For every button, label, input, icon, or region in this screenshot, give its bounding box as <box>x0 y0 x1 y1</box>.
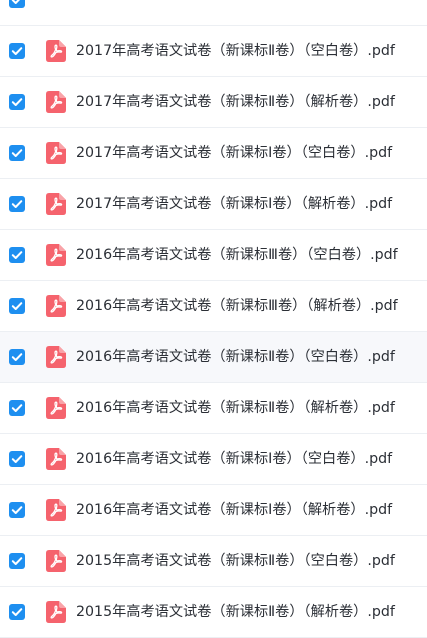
pdf-file-icon <box>46 346 66 368</box>
file-name[interactable]: 2016年高考语文试卷（新课标Ⅱ卷）（解析卷）.pdf <box>76 383 395 433</box>
file-name[interactable]: 2016年高考语文试卷（新课标Ⅲ卷）（解析卷）.pdf <box>76 281 398 331</box>
file-row[interactable]: 2016年高考语文试卷（新课标Ⅱ卷）（解析卷）.pdf <box>0 383 427 434</box>
pdf-file-icon <box>46 499 66 521</box>
pdf-file-icon <box>46 142 66 164</box>
pdf-file-icon <box>46 448 66 470</box>
pdf-file-icon <box>46 244 66 266</box>
file-name[interactable]: 2015年高考语文试卷（新课标Ⅱ卷）（空白卷）.pdf <box>76 536 395 586</box>
file-row-partial-top[interactable] <box>0 0 427 26</box>
file-name[interactable]: 2017年高考语文试卷（新课标Ⅱ卷）（空白卷）.pdf <box>76 26 395 76</box>
checkmark-icon <box>11 404 23 412</box>
file-checkbox[interactable] <box>9 502 25 518</box>
pdf-file-icon <box>46 397 66 419</box>
checkmark-icon <box>11 608 23 616</box>
file-checkbox[interactable] <box>9 196 25 212</box>
file-row[interactable]: 2015年高考语文试卷（新课标Ⅱ卷）（空白卷）.pdf <box>0 536 427 587</box>
file-name[interactable]: 2016年高考语文试卷（新课标Ⅰ卷）（空白卷）.pdf <box>76 434 392 484</box>
checkmark-icon <box>11 98 23 106</box>
file-name[interactable]: 2016年高考语文试卷（新课标Ⅱ卷）（空白卷）.pdf <box>76 332 395 382</box>
file-name[interactable]: 2016年高考语文试卷（新课标Ⅲ卷）（空白卷）.pdf <box>76 230 398 280</box>
file-row[interactable]: 2015年高考语文试卷（新课标Ⅱ卷）（解析卷）.pdf <box>0 587 427 638</box>
file-name[interactable]: 2017年高考语文试卷（新课标Ⅰ卷）（空白卷）.pdf <box>76 128 392 178</box>
checkmark-icon <box>11 149 23 157</box>
file-row[interactable]: 2017年高考语文试卷（新课标Ⅰ卷）（空白卷）.pdf <box>0 128 427 179</box>
file-checkbox[interactable] <box>9 604 25 620</box>
checkmark-icon <box>11 302 23 310</box>
pdf-file-icon <box>46 193 66 215</box>
file-checkbox[interactable] <box>9 298 25 314</box>
file-checkbox[interactable] <box>9 349 25 365</box>
file-name[interactable]: 2017年高考语文试卷（新课标Ⅱ卷）（解析卷）.pdf <box>76 77 395 127</box>
file-list: 2017年高考语文试卷（新课标Ⅱ卷）（空白卷）.pdf 2017年高考语文试卷（… <box>0 0 427 638</box>
checkmark-icon <box>11 47 23 55</box>
file-row[interactable]: 2017年高考语文试卷（新课标Ⅱ卷）（解析卷）.pdf <box>0 77 427 128</box>
file-row[interactable]: 2016年高考语文试卷（新课标Ⅲ卷）（空白卷）.pdf <box>0 230 427 281</box>
checkmark-icon <box>11 455 23 463</box>
pdf-file-icon <box>46 295 66 317</box>
file-name[interactable]: 2015年高考语文试卷（新课标Ⅱ卷）（解析卷）.pdf <box>76 587 395 637</box>
file-row[interactable]: 2017年高考语文试卷（新课标Ⅱ卷）（空白卷）.pdf <box>0 26 427 77</box>
file-checkbox[interactable] <box>9 0 25 8</box>
checkmark-icon <box>11 353 23 361</box>
file-checkbox[interactable] <box>9 400 25 416</box>
pdf-file-icon <box>46 601 66 623</box>
pdf-file-icon <box>46 91 66 113</box>
checkmark-icon <box>11 251 23 259</box>
file-checkbox[interactable] <box>9 145 25 161</box>
file-row[interactable]: 2016年高考语文试卷（新课标Ⅰ卷）（解析卷）.pdf <box>0 485 427 536</box>
file-row[interactable]: 2017年高考语文试卷（新课标Ⅰ卷）（解析卷）.pdf <box>0 179 427 230</box>
file-checkbox[interactable] <box>9 451 25 467</box>
checkmark-icon <box>11 0 20 4</box>
checkmark-icon <box>11 557 23 565</box>
file-checkbox[interactable] <box>9 247 25 263</box>
checkmark-icon <box>11 506 23 514</box>
pdf-file-icon <box>46 40 66 62</box>
file-checkbox[interactable] <box>9 43 25 59</box>
file-name[interactable]: 2016年高考语文试卷（新课标Ⅰ卷）（解析卷）.pdf <box>76 485 392 535</box>
file-row[interactable]: 2016年高考语文试卷（新课标Ⅱ卷）（空白卷）.pdf <box>0 332 427 383</box>
file-row[interactable]: 2016年高考语文试卷（新课标Ⅲ卷）（解析卷）.pdf <box>0 281 427 332</box>
file-row[interactable]: 2016年高考语文试卷（新课标Ⅰ卷）（空白卷）.pdf <box>0 434 427 485</box>
file-checkbox[interactable] <box>9 94 25 110</box>
pdf-file-icon <box>46 550 66 572</box>
file-name[interactable]: 2017年高考语文试卷（新课标Ⅰ卷）（解析卷）.pdf <box>76 179 392 229</box>
checkmark-icon <box>11 200 23 208</box>
file-checkbox[interactable] <box>9 553 25 569</box>
